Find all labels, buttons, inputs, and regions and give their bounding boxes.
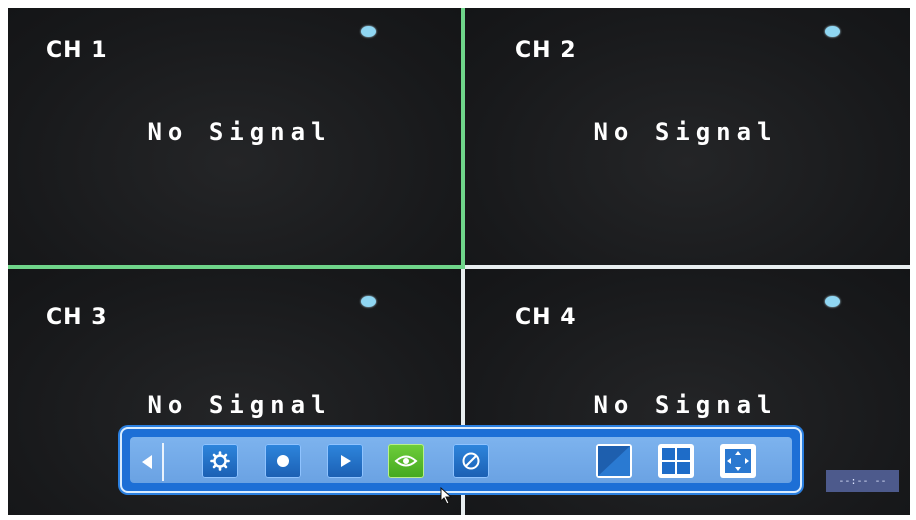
no-signal-text: No Signal <box>147 391 332 419</box>
live-view-button[interactable] <box>388 444 424 478</box>
record-button[interactable] <box>265 444 301 478</box>
record-icon <box>277 455 289 467</box>
no-signal-text: No Signal <box>593 391 778 419</box>
fullscreen-button[interactable] <box>720 444 756 478</box>
channel-label: CH 3 <box>46 305 108 330</box>
channel-label: CH 1 <box>46 38 108 63</box>
mouse-cursor-icon <box>440 487 453 505</box>
no-signal-text: No Signal <box>147 118 332 146</box>
channel-label: CH 4 <box>515 305 577 330</box>
channel-1-view[interactable]: CH 1 No Signal <box>8 8 461 265</box>
channel-2-view[interactable]: CH 2 No Signal <box>465 8 910 265</box>
toolbar-separator <box>162 443 164 481</box>
clock-display: --:-- -- <box>826 470 899 492</box>
grid-divider <box>465 265 910 269</box>
single-screen-icon <box>598 446 630 476</box>
channel-label: CH 2 <box>515 38 577 63</box>
main-toolbar <box>120 427 802 493</box>
disable-button[interactable] <box>453 444 489 478</box>
playback-button[interactable] <box>327 444 363 478</box>
settings-button[interactable] <box>202 444 238 478</box>
toolbar-panel <box>130 437 792 483</box>
chevron-left-icon <box>142 455 152 469</box>
status-dot-icon <box>825 296 840 307</box>
collapse-toolbar-button[interactable] <box>134 443 160 481</box>
status-dot-icon <box>361 296 376 307</box>
quad-layout-button[interactable] <box>658 444 694 478</box>
single-layout-button[interactable] <box>596 444 632 478</box>
status-dot-icon <box>825 26 840 37</box>
fullscreen-icon <box>722 446 754 476</box>
grid-divider <box>8 265 465 269</box>
gear-icon <box>210 451 230 471</box>
no-signal-text: No Signal <box>593 118 778 146</box>
no-entry-icon <box>462 452 480 470</box>
quad-screen-icon <box>660 446 692 476</box>
grid-divider <box>461 8 465 269</box>
eye-icon <box>394 455 418 467</box>
status-dot-icon <box>361 26 376 37</box>
play-icon <box>341 455 351 467</box>
